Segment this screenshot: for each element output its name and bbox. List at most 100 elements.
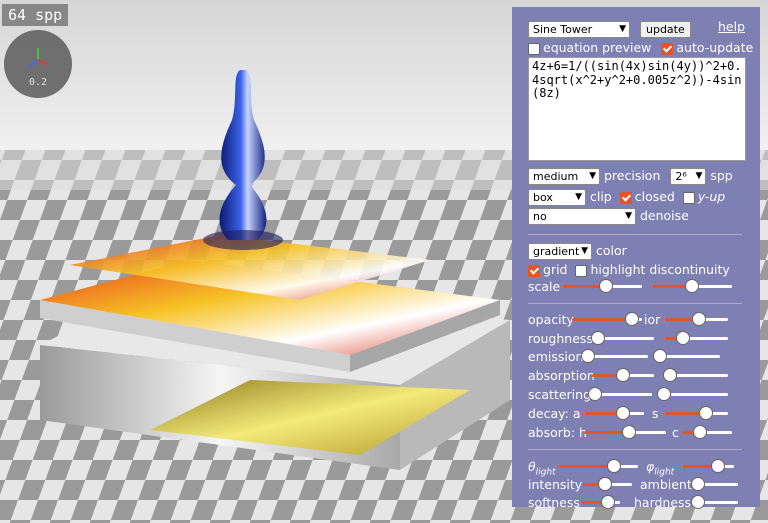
auto-update-label: auto-update [676,40,754,55]
slider-knob[interactable] [676,331,691,345]
emission-slider[interactable] [581,349,648,363]
slider-knob[interactable] [653,349,667,363]
auto-update-checkbox[interactable] [661,42,674,55]
slider-knob[interactable] [597,477,612,491]
slider-knob[interactable] [591,331,606,345]
slider-knob[interactable] [692,425,707,439]
denoise-select[interactable]: no ▼ [528,208,636,225]
closed-label: closed [634,189,675,204]
roughness-label: roughness [528,331,593,346]
phi-light-label: φlight [646,459,674,478]
slider-fill [572,318,632,321]
scale-label: scale [528,279,561,294]
intensity-label: intensity [528,477,583,492]
slider-knob[interactable] [616,406,630,420]
phi-light-slider[interactable] [682,459,734,473]
highlight-discontinuity-checkbox[interactable] [575,264,588,277]
clip-value: box [533,191,553,204]
help-link[interactable]: help [718,19,745,34]
absorb-h-slider[interactable] [584,425,666,439]
roughness-secondary-slider[interactable] [664,331,728,345]
preset-value: Sine Tower [533,23,593,36]
axes-gizmo[interactable]: 0.2 [4,30,72,98]
divider [528,449,742,450]
slider-knob[interactable] [685,279,699,293]
spp-select[interactable]: 2⁶ ▼ [670,168,707,185]
clip-label: clip [589,189,612,204]
color-label: color [595,243,627,258]
theta-light-slider[interactable] [558,459,638,473]
preset-select[interactable]: Sine Tower ▼ [528,21,630,38]
scattering-label: scattering [528,387,592,402]
equation-preview-label: equation preview [543,40,652,55]
absorption-secondary-slider[interactable] [663,368,728,382]
slider-knob[interactable] [622,425,637,439]
y-up-checkbox[interactable] [682,191,695,204]
slider-knob[interactable] [692,312,707,326]
slider-knob[interactable] [607,459,621,473]
decay-a-slider[interactable] [584,406,644,420]
slider-knob[interactable] [657,387,671,401]
chevron-down-icon: ▼ [695,171,703,181]
equation-preview-checkbox[interactable] [528,42,540,55]
slider-knob[interactable] [698,406,713,420]
slider-knob[interactable] [581,349,595,363]
denoise-label: denoise [639,208,689,223]
chevron-down-icon: ▼ [625,211,632,221]
color-value: gradient [533,245,580,258]
chevron-down-icon: ▼ [575,192,582,202]
grid-label: grid [543,262,568,277]
spp-counter: 64 spp [2,4,69,26]
slider-knob[interactable] [588,387,602,401]
hardness-slider[interactable] [691,495,738,509]
precision-select[interactable]: medium ▼ [528,168,600,185]
decay-s-label: s [652,406,659,421]
decay-s-slider[interactable] [664,406,728,420]
slider-knob[interactable] [624,312,639,326]
ior-label: ior [644,312,661,327]
slider-knob[interactable] [691,495,705,509]
intensity-slider[interactable] [582,477,632,491]
precision-value: medium [533,170,579,183]
theta-symbol: θ [528,459,536,474]
slider-knob[interactable] [601,495,615,509]
ambient-label: ambient [640,477,692,492]
opacity-slider[interactable] [572,312,642,326]
grid-checkbox[interactable] [528,264,540,277]
ior-slider[interactable] [664,312,728,326]
scale-secondary-slider[interactable] [652,279,732,293]
theta-subscript: light [535,467,556,478]
spp-value: 2⁶ [675,170,687,183]
slider-knob[interactable] [616,368,630,382]
color-select[interactable]: gradient ▼ [528,243,592,260]
chevron-down-icon: ▼ [581,246,588,256]
absorb-h-label: absorb: h [528,425,587,440]
slider-knob[interactable] [711,459,726,473]
ambient-slider[interactable] [691,477,738,491]
absorption-slider[interactable] [592,368,654,382]
slider-track [660,355,720,358]
scattering-secondary-slider[interactable] [657,387,728,401]
softness-slider[interactable] [580,495,620,509]
absorb-c-label: c [672,425,679,440]
update-button[interactable]: update [639,21,691,38]
slider-knob[interactable] [691,477,705,491]
equation-input[interactable]: 4z+6=1/((sin(4x)sin(4y))^2+0.4sqrt(x^2+y… [528,57,746,161]
scattering-slider[interactable] [588,387,652,401]
closed-checkbox[interactable] [619,191,632,204]
roughness-slider[interactable] [591,331,654,345]
hardness-label: hardness [634,495,692,510]
scale-slider[interactable] [562,279,642,293]
slider-knob[interactable] [599,279,613,293]
slider-knob[interactable] [663,368,678,382]
divider [528,303,742,304]
emission-secondary-slider[interactable] [653,349,720,363]
precision-label: precision [603,168,661,183]
spp-label: spp [710,168,733,183]
emission-label: emission [528,349,584,364]
clip-select[interactable]: box ▼ [528,189,586,206]
absorb-c-slider[interactable] [682,425,732,439]
chevron-down-icon: ▼ [589,171,596,181]
slider-track [664,393,728,396]
phi-subscript: light [654,467,675,478]
